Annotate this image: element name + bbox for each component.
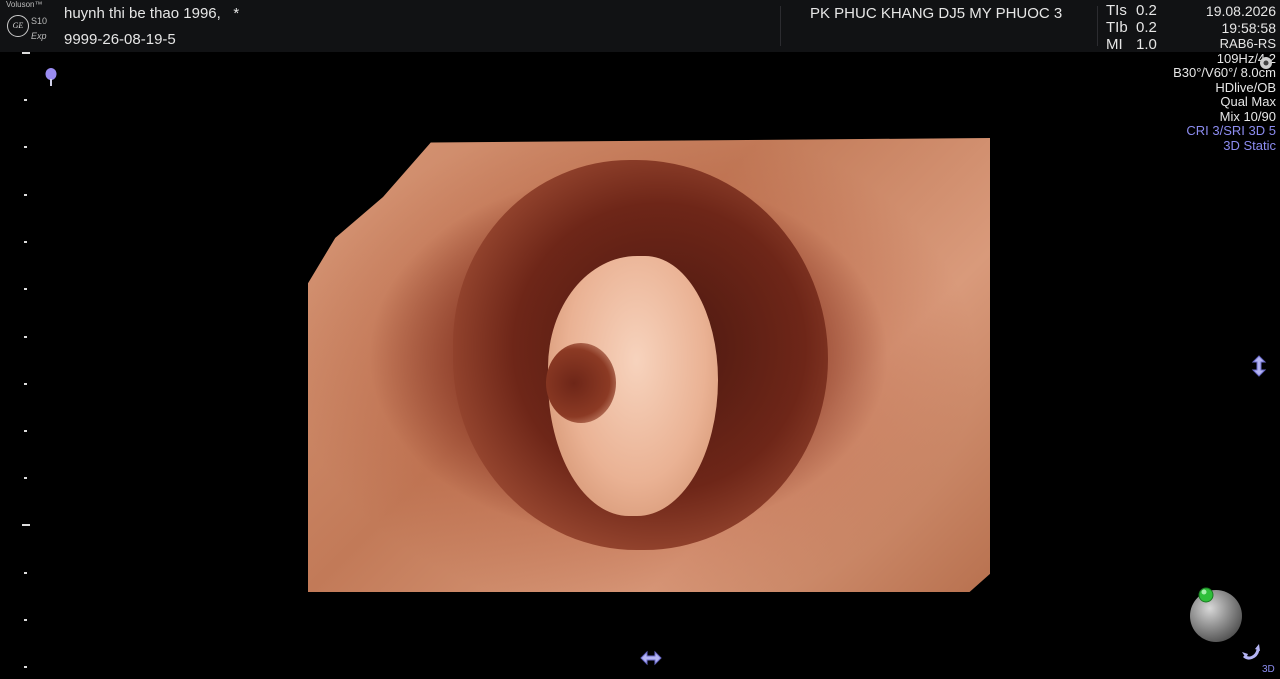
param-filters: CRI 3/SRI 3D 5 (1186, 123, 1276, 138)
param-mix: Mix 10/90 (1219, 108, 1276, 124)
index-tib: TIb 0.2 (1106, 19, 1157, 36)
device-logo: Voluson™ GE S10 Exp (2, 0, 52, 50)
3d-volume-render[interactable] (308, 138, 990, 592)
ruler-tick (22, 524, 30, 526)
hospital-name: PK PHUC KHANG DJ5 MY PHUOC 3 (810, 5, 1063, 22)
param-render-mode: HDlive/OB (1215, 79, 1276, 95)
ruler-tick (24, 336, 27, 338)
settings-icon[interactable] (1258, 55, 1274, 71)
param-quality: Qual Max (1220, 94, 1276, 109)
ruler-tick (24, 619, 27, 621)
header-divider (780, 6, 781, 46)
edition-label: Exp (31, 31, 47, 41)
orientation-dot-icon[interactable] (1197, 585, 1215, 603)
ge-logo-icon: GE (7, 15, 29, 37)
brand-label: Voluson™ (6, 0, 43, 9)
rotate-icon[interactable] (1240, 640, 1262, 662)
ruler-tick (24, 146, 27, 148)
ruler-tick (24, 194, 27, 196)
param-acquisition: 3D Static (1223, 137, 1276, 153)
param-probe: RAB6-RS (1219, 36, 1276, 51)
vertical-resize-icon[interactable] (1250, 355, 1268, 377)
header-bar: Voluson™ GE S10 Exp huynh thi be thao 19… (0, 0, 1280, 53)
ruler-tick (24, 99, 27, 101)
model-label: S10 (31, 16, 48, 26)
ruler-tick (22, 52, 30, 54)
exam-date: 19.08.2026 (1205, 3, 1276, 19)
header-divider (1097, 6, 1098, 46)
index-mi: MI 1.0 (1106, 36, 1157, 53)
exam-time: 19:58:58 (1221, 20, 1277, 36)
ruler-tick (24, 430, 27, 432)
horizontal-resize-icon[interactable] (640, 650, 662, 666)
ruler-tick (24, 477, 27, 479)
patient-flag: * (233, 5, 240, 22)
ruler-tick (24, 572, 27, 574)
embryo-shadow (546, 343, 616, 423)
ruler-tick (24, 288, 27, 290)
patient-name: huynh thi be thao 1996, * (64, 5, 240, 22)
depth-ruler (22, 52, 34, 679)
index-tis: TIs 0.2 (1106, 2, 1157, 19)
probe-orientation-icon (45, 68, 57, 86)
ruler-tick (24, 666, 27, 668)
ruler-tick (24, 241, 27, 243)
patient-id: 9999-26-08-19-5 (64, 31, 176, 48)
mode-badge: 3D (1262, 664, 1275, 675)
ruler-tick (24, 383, 27, 385)
